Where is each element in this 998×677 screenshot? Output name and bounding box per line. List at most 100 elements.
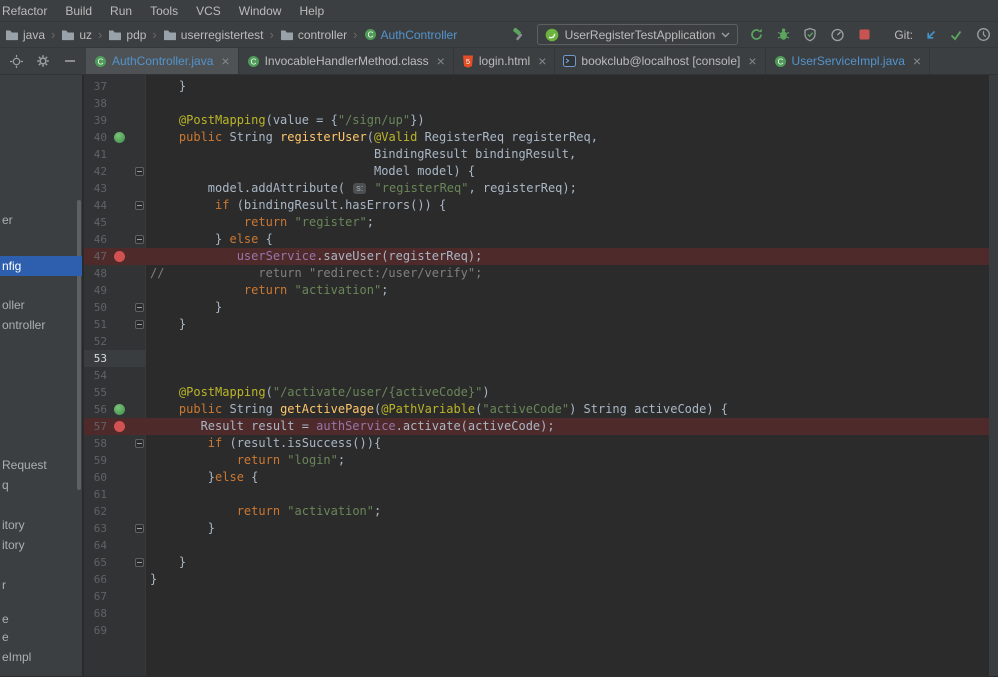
fold-marker-icon[interactable] [135, 558, 144, 567]
project-item-eImpl[interactable]: eImpl [2, 650, 31, 665]
breadcrumb-uz[interactable]: uz [59, 27, 94, 43]
fold-marker-icon[interactable] [135, 201, 144, 210]
code-line-69[interactable]: 69 [84, 622, 998, 639]
fold-marker-icon[interactable] [135, 303, 144, 312]
code-text[interactable]: if (bindingResult.hasErrors()) { [146, 197, 446, 214]
code-line-37[interactable]: 37 } [84, 78, 998, 95]
breakpoint-icon[interactable] [114, 421, 125, 432]
code-line-39[interactable]: 39 @PostMapping(value = {"/sign/up"}) [84, 112, 998, 129]
code-text[interactable] [146, 605, 150, 622]
code-text[interactable] [146, 367, 150, 384]
code-text[interactable] [146, 486, 150, 503]
commit-icon[interactable] [947, 26, 965, 44]
code-text[interactable]: model.addAttribute( s: "registerReq", re… [146, 180, 577, 197]
fold-marker-icon[interactable] [135, 235, 144, 244]
run-config-select[interactable]: UserRegisterTestApplication [537, 24, 739, 45]
code-line-58[interactable]: 58 if (result.isSuccess()){ [84, 435, 998, 452]
project-item-q[interactable]: q [2, 478, 9, 493]
code-line-59[interactable]: 59 return "login"; [84, 452, 998, 469]
code-text[interactable]: userService.saveUser(registerReq); [146, 248, 482, 265]
code-text[interactable]: }else { [146, 469, 258, 486]
project-item-er[interactable]: er [2, 213, 13, 228]
tab-login.html[interactable]: 5login.html× [454, 48, 556, 74]
code-text[interactable]: } [146, 571, 157, 588]
tab-UserServiceImpl.java[interactable]: CUserServiceImpl.java× [766, 48, 931, 74]
code-line-62[interactable]: 62 return "activation"; [84, 503, 998, 520]
code-text[interactable] [146, 95, 150, 112]
close-tab-icon[interactable]: × [538, 54, 546, 68]
close-tab-icon[interactable]: × [913, 54, 921, 68]
profiler-icon[interactable] [828, 26, 846, 44]
project-item-e[interactable]: e [2, 612, 9, 627]
code-text[interactable]: } [146, 520, 215, 537]
stop-icon[interactable] [855, 26, 873, 44]
code-line-54[interactable]: 54 [84, 367, 998, 384]
code-text[interactable]: return "activation"; [146, 503, 381, 520]
project-item-itory[interactable]: itory [2, 518, 25, 533]
code-line-60[interactable]: 60 }else { [84, 469, 998, 486]
breadcrumb-java[interactable]: java [3, 27, 47, 43]
fold-marker-icon[interactable] [135, 320, 144, 329]
project-item-itory[interactable]: itory [2, 538, 25, 553]
close-tab-icon[interactable]: × [437, 54, 445, 68]
code-text[interactable]: } [146, 316, 186, 333]
debug-icon[interactable] [774, 26, 792, 44]
breadcrumb-authcontroller[interactable]: CAuthController [362, 27, 460, 43]
menu-help[interactable]: Help [290, 0, 333, 22]
code-line-61[interactable]: 61 [84, 486, 998, 503]
menu-window[interactable]: Window [230, 0, 291, 22]
rerun-icon[interactable] [747, 26, 765, 44]
code-text[interactable]: return "activation"; [146, 282, 388, 299]
code-text[interactable]: return "login"; [146, 452, 345, 469]
code-line-45[interactable]: 45 return "register"; [84, 214, 998, 231]
code-line-49[interactable]: 49 return "activation"; [84, 282, 998, 299]
fold-marker-icon[interactable] [135, 524, 144, 533]
code-line-66[interactable]: 66} [84, 571, 998, 588]
code-text[interactable]: Model model) { [146, 163, 475, 180]
code-line-48[interactable]: 48// return "redirect:/user/verify"; [84, 265, 998, 282]
code-text[interactable] [146, 588, 150, 605]
code-text[interactable]: } [146, 554, 186, 571]
code-text[interactable] [146, 622, 150, 639]
fold-marker-icon[interactable] [135, 167, 144, 176]
code-text[interactable] [146, 333, 150, 350]
code-line-40[interactable]: 40 public String registerUser(@Valid Reg… [84, 129, 998, 146]
code-line-41[interactable]: 41 BindingResult bindingResult, [84, 146, 998, 163]
code-text[interactable]: } else { [146, 231, 273, 248]
breakpoint-icon[interactable] [114, 251, 125, 262]
code-line-53[interactable]: 53 [84, 350, 998, 367]
code-text[interactable]: @PostMapping("/activate/user/{activeCode… [146, 384, 490, 401]
code-line-52[interactable]: 52 [84, 333, 998, 350]
code-text[interactable] [146, 537, 150, 554]
code-line-56[interactable]: 56 public String getActivePage(@PathVari… [84, 401, 998, 418]
clock-icon[interactable] [974, 26, 992, 44]
code-text[interactable]: @PostMapping(value = {"/sign/up"}) [146, 112, 425, 129]
project-scrollbar[interactable] [77, 200, 81, 490]
code-line-43[interactable]: 43 model.addAttribute( s: "registerReq",… [84, 180, 998, 197]
close-tab-icon[interactable]: × [748, 54, 756, 68]
code-text[interactable]: BindingResult bindingResult, [146, 146, 576, 163]
menu-build[interactable]: Build [56, 0, 101, 22]
menu-refactor[interactable]: Refactor [0, 0, 56, 22]
tab-AuthController.java[interactable]: CAuthController.java× [86, 48, 239, 74]
update-project-icon[interactable] [922, 26, 940, 44]
code-line-63[interactable]: 63 } [84, 520, 998, 537]
project-item-Request[interactable]: Request [2, 458, 47, 473]
project-item-oller[interactable]: oller [2, 298, 25, 313]
menu-run[interactable]: Run [101, 0, 141, 22]
settings-gear-icon[interactable] [34, 52, 52, 70]
code-text[interactable]: if (result.isSuccess()){ [146, 435, 381, 452]
code-line-42[interactable]: 42 Model model) { [84, 163, 998, 180]
menu-tools[interactable]: Tools [141, 0, 187, 22]
code-text[interactable]: Result result = authService.activate(act… [146, 418, 555, 435]
project-item-e[interactable]: e [2, 630, 9, 645]
code-text[interactable]: } [146, 78, 186, 95]
code-text[interactable]: return "register"; [146, 214, 374, 231]
code-line-38[interactable]: 38 [84, 95, 998, 112]
code-line-65[interactable]: 65 } [84, 554, 998, 571]
code-line-55[interactable]: 55 @PostMapping("/activate/user/{activeC… [84, 384, 998, 401]
code-text[interactable]: } [146, 299, 222, 316]
code-line-68[interactable]: 68 [84, 605, 998, 622]
request-mapping-icon[interactable] [114, 132, 125, 143]
code-line-46[interactable]: 46 } else { [84, 231, 998, 248]
